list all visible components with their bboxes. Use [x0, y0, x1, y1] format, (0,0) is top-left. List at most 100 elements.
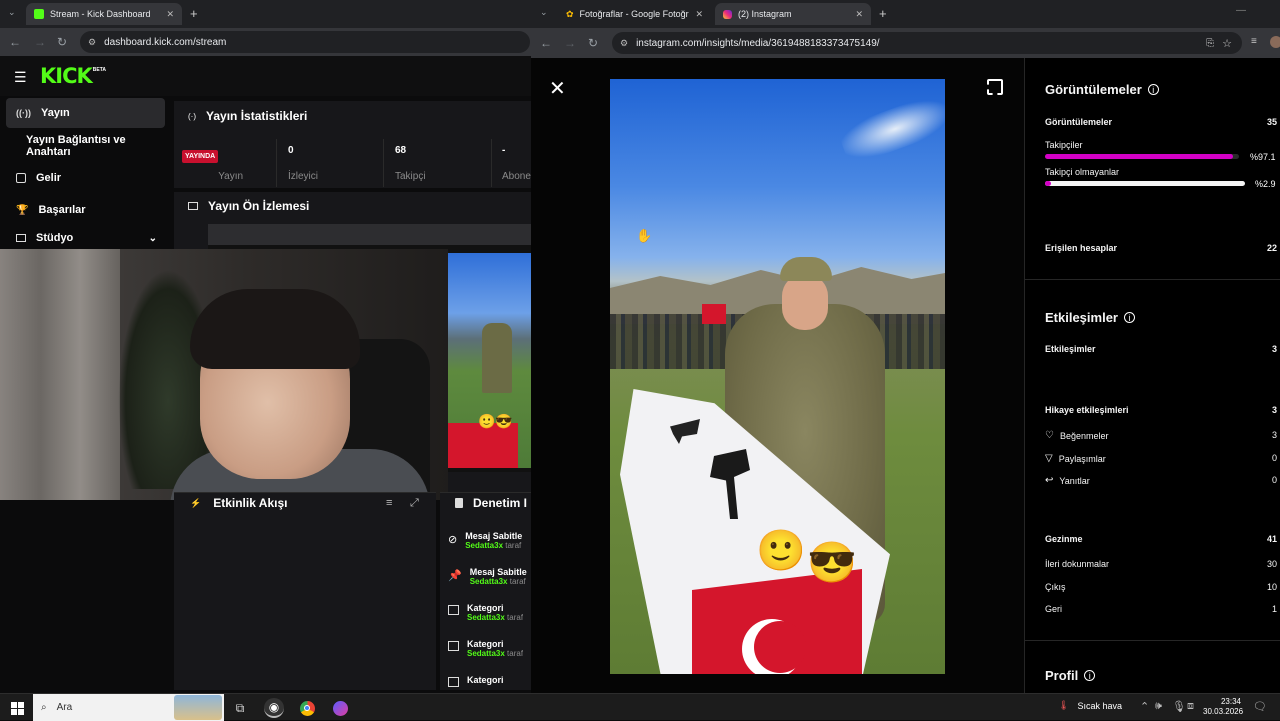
close-tab-icon[interactable]: ✕ — [695, 9, 703, 20]
reached-row: Erişilen hesaplar 22 — [1045, 243, 1277, 253]
replies-row: ↩ Yanıtlar 0 — [1045, 475, 1277, 486]
back-icon[interactable]: ← — [540, 36, 552, 50]
sidebar-item-label: Gelir — [36, 172, 62, 184]
nonfollowers-bar-fill — [1045, 181, 1051, 186]
sidebar-item-yayin[interactable]: ((·)) Yayın — [6, 98, 165, 128]
reload-icon[interactable]: ↻ — [588, 36, 598, 50]
profile-section-title: Profil i — [1045, 668, 1096, 683]
views-value: 35 — [1266, 117, 1277, 127]
display-icon[interactable]: ⧈ — [1187, 700, 1194, 713]
info-icon[interactable]: i — [1084, 670, 1096, 681]
clock-time: 23:34 — [1220, 697, 1241, 706]
site-info-icon[interactable]: ⚙ — [88, 37, 96, 48]
followers-label: Takipçiler — [1045, 140, 1083, 150]
info-icon[interactable]: i — [1147, 84, 1159, 95]
divider — [1024, 279, 1280, 280]
tab-search-icon[interactable]: ⌄ — [8, 7, 16, 18]
extensions-icon[interactable]: ≡ — [1251, 36, 1257, 47]
menu-icon[interactable]: ☰ — [14, 69, 27, 86]
forward-taps-label: İleri dokunmalar — [1045, 559, 1110, 569]
mic-icon[interactable]: 🎙 — [1172, 700, 1186, 713]
tab-kick-dashboard[interactable]: Stream - Kick Dashboard ✕ — [26, 3, 182, 25]
interactions-value: 3 — [1271, 344, 1277, 354]
moderation-item[interactable]: ⊘ Mesaj Sabitle Sedatta3x taraf — [448, 531, 531, 565]
profile-avatar[interactable] — [1270, 36, 1280, 48]
new-tab-icon[interactable]: + — [190, 6, 198, 21]
install-icon[interactable]: ⎘ — [1206, 38, 1214, 49]
reload-icon[interactable]: ↻ — [57, 35, 67, 49]
forward-icon[interactable]: → — [564, 36, 576, 50]
taskbar: ⌕ Ara ⧉ ◉ 🌡 Sıcak hava ⌃ 🕪 🎙 ⧈ 23:34 30.… — [0, 693, 1280, 721]
preview-header: Yayın Ön İzlemesi — [188, 199, 309, 213]
volume-icon[interactable]: 🕪 — [1155, 700, 1162, 713]
task-view-icon[interactable]: ⧉ — [230, 698, 250, 718]
story-interactions-label: Hikaye etkileşimleri — [1045, 405, 1129, 415]
app-icon[interactable] — [330, 698, 350, 718]
stat-subscribers: - Abone — [496, 139, 531, 187]
tray-chevron-icon[interactable]: ⌃ — [1140, 700, 1149, 713]
sidebar-item-label: Stüdyo — [36, 232, 74, 244]
site-info-icon[interactable]: ⚙ — [620, 38, 628, 49]
sidebar-item-gelir[interactable]: Gelir — [6, 163, 165, 193]
preview-mini-photo: 🙂😎 — [448, 253, 531, 468]
weather-widget[interactable]: 🌡 Sıcak hava — [1058, 700, 1122, 711]
clock[interactable]: 23:34 30.03.2026 — [1203, 697, 1243, 717]
moderation-item[interactable]: Kategori Sedatta3x taraf — [448, 639, 531, 673]
moderation-suffix: taraf — [507, 649, 524, 658]
forward-icon[interactable]: → — [34, 35, 46, 49]
sidebar-item-basarilar[interactable]: 🏆 Başarılar — [6, 195, 165, 225]
moderation-suffix: taraf — [505, 541, 522, 550]
back-taps-value: 1 — [1271, 604, 1277, 614]
chevron-down-icon[interactable]: ⌄ — [149, 233, 157, 244]
moderation-item[interactable]: Kategori — [448, 675, 531, 691]
tab-search-icon[interactable]: ⌄ — [540, 7, 548, 18]
stat-label: Yayın — [218, 171, 244, 182]
followers-bar-fill — [1045, 154, 1234, 159]
moderation-item-user: Sedatta3x taraf — [467, 649, 523, 658]
info-icon[interactable]: i — [1124, 312, 1135, 323]
trophy-icon: 🏆 — [16, 204, 29, 216]
chrome-icon[interactable] — [297, 698, 317, 718]
address-bar[interactable]: ⚙ instagram.com/insights/media/361948818… — [612, 32, 1242, 54]
bookmark-star-icon[interactable]: ☆ — [1222, 37, 1232, 50]
live-badge: YAYINDA — [182, 150, 219, 163]
close-tab-icon[interactable]: ✕ — [855, 9, 863, 20]
shares-value: 0 — [1271, 453, 1277, 463]
story-photo[interactable]: 🙂 😎 — [610, 79, 945, 674]
tab-instagram[interactable]: (2) Instagram ✕ — [715, 3, 871, 25]
moderation-item[interactable]: 📌 Mesaj Sabitle Sedatta3x taraf — [448, 567, 531, 601]
obs-icon[interactable]: ◉ — [264, 698, 284, 718]
nonfollowers-pct: %2.9 — [1255, 179, 1276, 189]
sidebar-item-label: Yayın — [41, 107, 70, 119]
nonfollowers-bar — [1045, 181, 1245, 186]
moderation-item-title: Kategori — [467, 639, 504, 649]
sidebar-item-studyo[interactable]: Stüdyo ⌄ — [6, 227, 165, 249]
sidebar-item-stream-key[interactable]: Yayın Bağlantısı ve Anahtarı — [6, 131, 171, 161]
windows-start-icon[interactable] — [7, 698, 27, 718]
close-icon[interactable]: ✕ — [549, 76, 566, 101]
tab-google-photos[interactable]: ✿ Fotoğraflar - Google Fotoğraflar ✕ — [558, 3, 711, 25]
forward-taps-row: İleri dokunmalar 30 — [1045, 559, 1277, 569]
close-tab-icon[interactable]: ✕ — [166, 9, 174, 20]
sidebar-item-label: Yayın Bağlantısı ve Anahtarı — [26, 134, 126, 158]
exits-label: Çıkış — [1045, 582, 1066, 592]
filter-icon[interactable]: ≡ — [386, 497, 392, 509]
back-icon[interactable]: ← — [9, 35, 21, 49]
notification-icon[interactable]: 🗨 — [1253, 700, 1267, 713]
address-bar[interactable]: ⚙ dashboard.kick.com/stream — [80, 31, 530, 53]
search-highlight-image — [174, 695, 222, 720]
minimize-icon[interactable]: — — [1236, 5, 1246, 16]
reached-label: Erişilen hesaplar — [1045, 243, 1118, 253]
navigation-value: 41 — [1266, 534, 1277, 544]
moderation-item[interactable]: Kategori Sedatta3x taraf — [448, 603, 531, 637]
popout-icon[interactable]: ⤢ — [410, 497, 419, 510]
moderation-title: Denetim I — [473, 496, 528, 510]
kick-logo[interactable]: KICK BETA — [40, 64, 106, 88]
url-text: dashboard.kick.com/stream — [104, 36, 227, 48]
moderation-suffix: taraf — [507, 613, 524, 622]
broadcast-icon: (·) — [188, 111, 196, 121]
moderation-item-title: Mesaj Sabitle — [469, 567, 527, 577]
flag-crescent-cut — [754, 621, 806, 673]
new-tab-icon[interactable]: + — [879, 6, 887, 21]
story-interactions-row: Hikaye etkileşimleri 3 — [1045, 405, 1277, 415]
